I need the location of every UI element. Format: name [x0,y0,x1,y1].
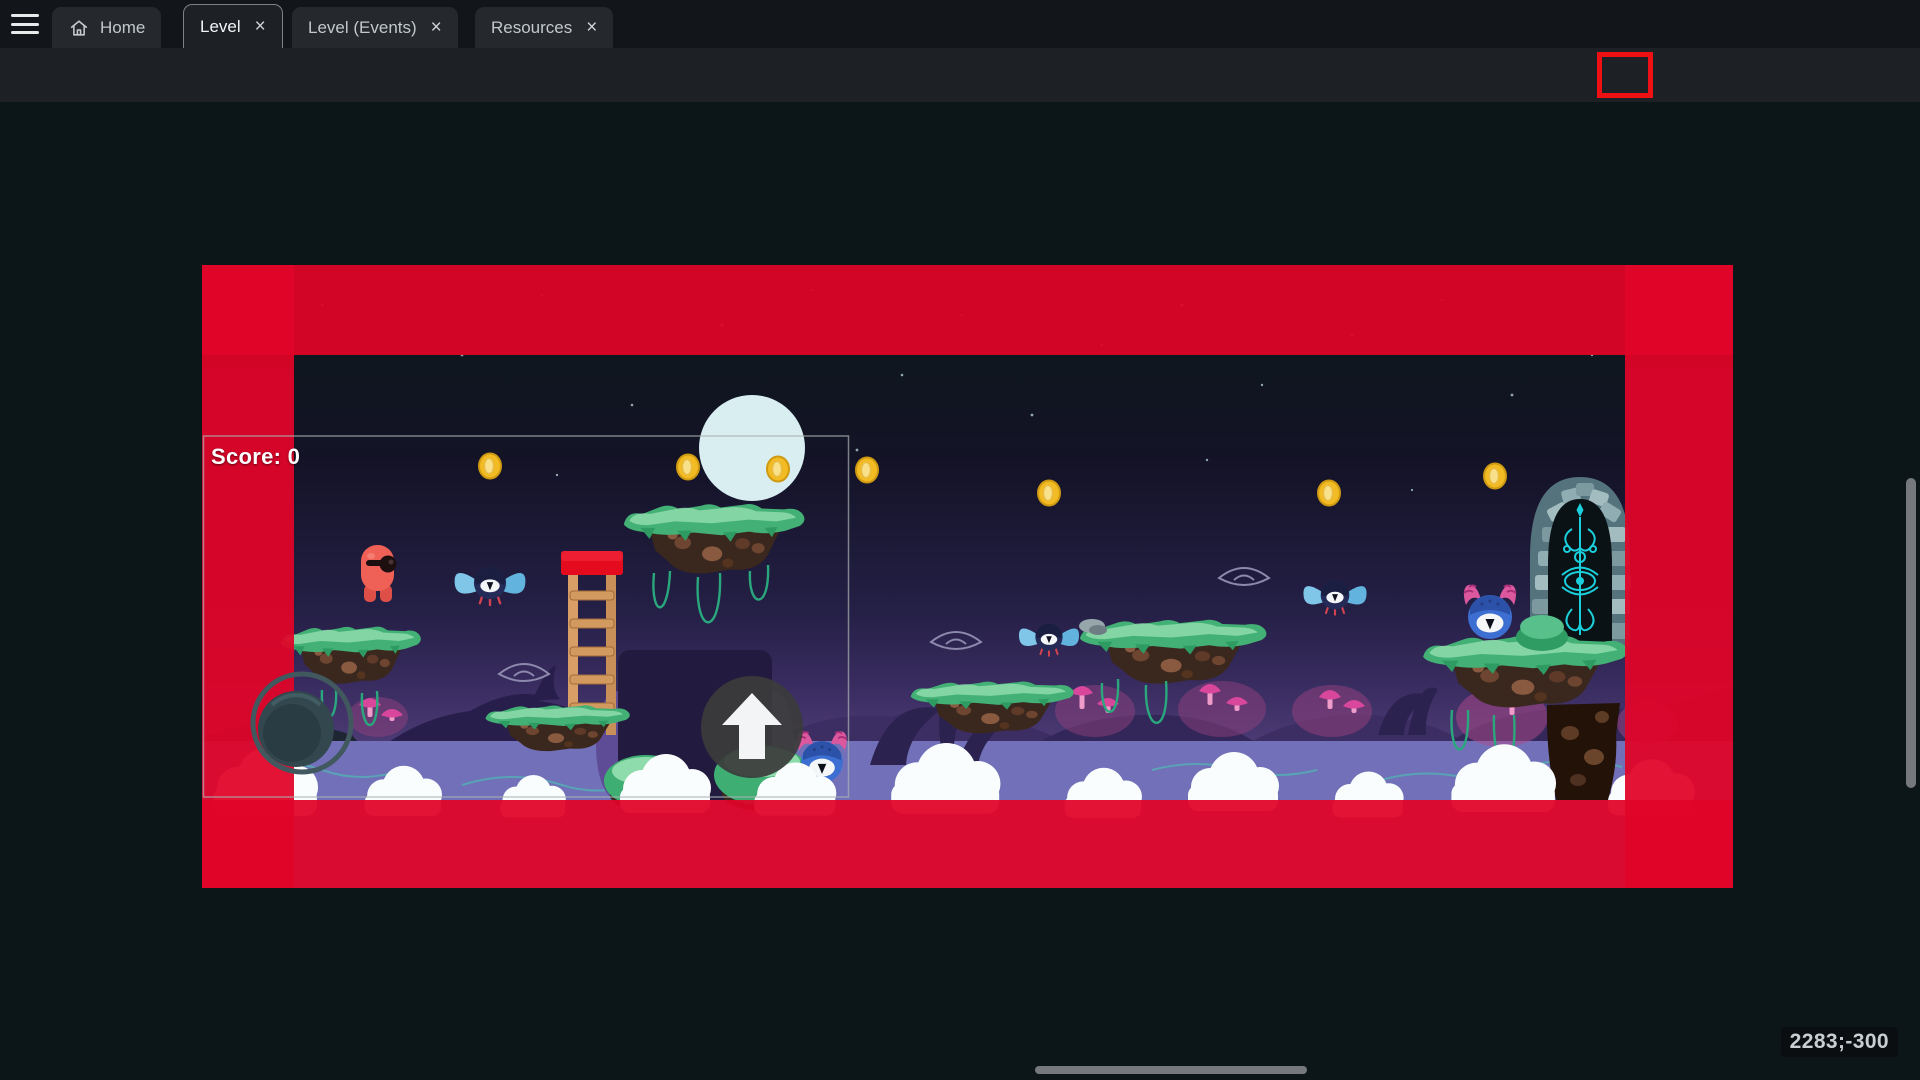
tab-label: Home [100,18,145,38]
moon[interactable] [699,395,805,501]
tree-trunk [1547,703,1620,800]
tab-label: Resources [491,18,572,38]
tab-bar: Home Level × Level (Events) × Resources … [0,0,1920,48]
game-scene [202,265,1733,888]
tab-level-events[interactable]: Level (Events) × [292,7,458,48]
horizontal-scrollbar[interactable] [1035,1066,1307,1074]
tab-label: Level (Events) [308,18,417,38]
scene-canvas[interactable]: Score: 0 [0,102,1920,1080]
vertical-scrollbar[interactable] [1906,478,1916,788]
close-icon[interactable]: × [255,17,266,36]
tab-label: Level [200,17,241,37]
score-label[interactable]: Score: 0 [211,444,300,470]
menu-icon[interactable] [10,11,40,37]
jump-button[interactable] [701,676,803,778]
grass-mound [1516,615,1568,651]
home-icon [68,17,90,39]
annotation-highlight-box [1597,52,1653,98]
level-viewport[interactable]: Score: 0 [202,265,1733,888]
tab-level[interactable]: Level × [183,4,283,48]
cursor-coordinates-badge: 2283;-300 [1781,1027,1898,1057]
close-icon[interactable]: × [586,18,597,37]
tab-resources[interactable]: Resources × [475,7,613,48]
close-icon[interactable]: × [431,18,442,37]
tab-home[interactable]: Home [52,7,161,48]
